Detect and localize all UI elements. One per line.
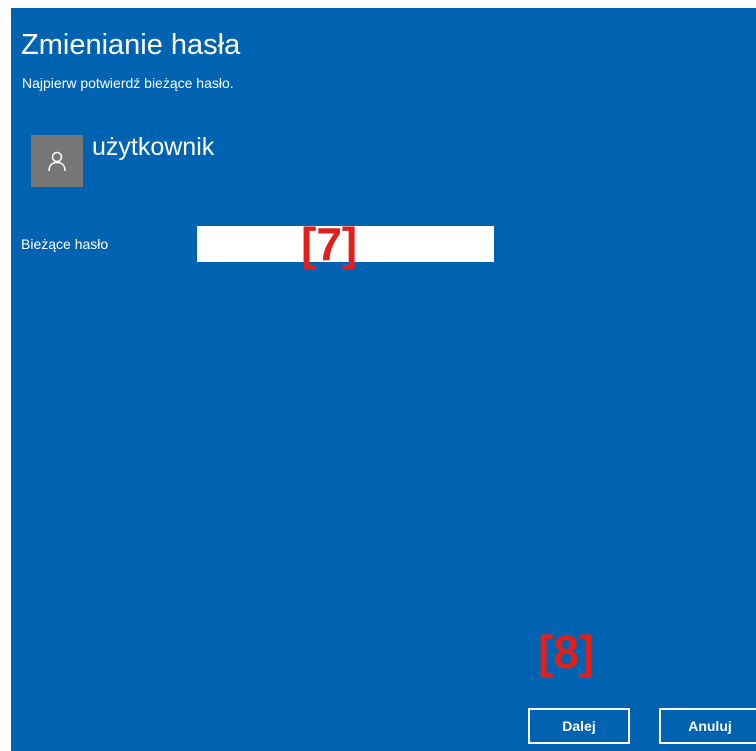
next-button[interactable]: Dalej xyxy=(528,708,630,744)
username-label: użytkownik xyxy=(92,133,215,161)
dialog-title: Zmienianie hasła xyxy=(21,29,241,61)
current-password-label: Bieżące hasło xyxy=(21,236,109,252)
avatar xyxy=(31,135,83,187)
person-icon xyxy=(48,151,66,172)
dialog-subtitle: Najpierw potwierdź bieżące hasło. xyxy=(22,75,234,91)
cancel-button[interactable]: Anuluj xyxy=(659,708,756,744)
annotation-marker-8: [8] xyxy=(538,626,595,678)
change-password-dialog: Zmienianie hasła Najpierw potwierdź bież… xyxy=(11,8,756,751)
annotation-marker-7: [7] xyxy=(301,218,358,270)
